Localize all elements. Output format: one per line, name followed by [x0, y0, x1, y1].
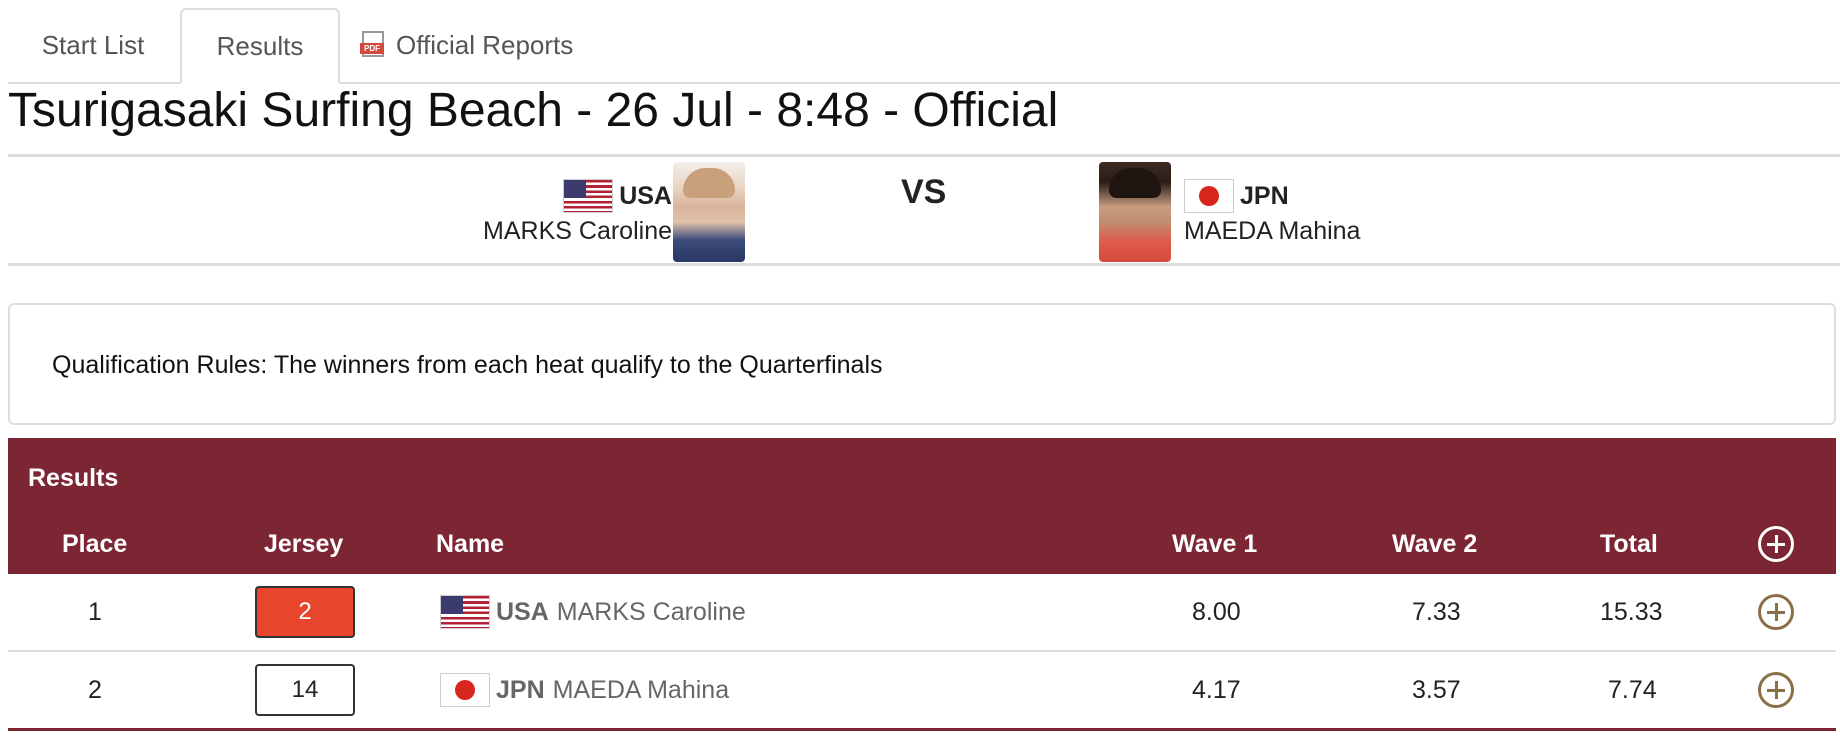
- column-header-place: Place: [62, 530, 128, 558]
- results-header: Results Place Jersey Name Wave 1 Wave 2 …: [8, 438, 1836, 574]
- results-table: Results Place Jersey Name Wave 1 Wave 2 …: [8, 438, 1836, 736]
- athlete-left: USA MARKS Caroline: [483, 177, 672, 246]
- place-cell: 2: [88, 675, 102, 704]
- total-cell: 15.33: [1600, 597, 1663, 626]
- jersey-badge: 14: [255, 664, 355, 716]
- japan-flag-icon: [440, 673, 490, 707]
- expand-row-icon[interactable]: [1758, 594, 1794, 630]
- heat-matchup: USA MARKS Caroline VS JPN MAEDA Mahina: [8, 154, 1840, 266]
- noc-code: USA: [496, 597, 549, 626]
- athlete-name: MAEDA Mahina: [552, 675, 730, 704]
- noc-code: JPN: [496, 675, 545, 704]
- athlete-left-name[interactable]: MARKS Caroline: [483, 217, 672, 246]
- qualification-rules-text: Qualification Rules: The winners from ea…: [52, 351, 883, 379]
- japan-flag-icon: [1184, 179, 1234, 213]
- athlete-right-noc: JPN: [1240, 181, 1289, 210]
- athlete-left-photo: [673, 162, 745, 262]
- expand-all-icon[interactable]: [1758, 526, 1794, 562]
- athlete-cell[interactable]: USA MARKS Caroline: [440, 574, 746, 650]
- usa-flag-icon: [440, 595, 490, 629]
- athlete-right-photo: [1099, 162, 1171, 262]
- column-header-jersey: Jersey: [264, 530, 344, 558]
- table-row: 1 2 USA MARKS Caroline 8.00 7.33 15.33: [8, 574, 1836, 652]
- athlete-left-noc: USA: [619, 181, 672, 210]
- results-title: Results: [28, 464, 119, 492]
- wave-1-cell: 4.17: [1192, 675, 1241, 704]
- pdf-icon: PDF: [360, 31, 386, 59]
- athlete-cell[interactable]: JPN MAEDA Mahina: [440, 652, 729, 728]
- tab-official-reports[interactable]: PDF Official Reports: [360, 8, 612, 82]
- wave-1-cell: 8.00: [1192, 597, 1241, 626]
- tab-results[interactable]: Results: [180, 8, 340, 84]
- column-header-total: Total: [1600, 530, 1658, 558]
- qualification-rules-box: Qualification Rules: The winners from ea…: [8, 303, 1836, 425]
- jersey-badge: 2: [255, 586, 355, 638]
- tab-results-label: Results: [216, 30, 304, 61]
- table-row: 2 14 JPN MAEDA Mahina 4.17 3.57 7.74: [8, 652, 1836, 731]
- usa-flag-icon: [563, 179, 614, 213]
- tab-bar: Start List Results PDF Official Reports: [8, 8, 1840, 84]
- column-header-name: Name: [436, 530, 505, 558]
- total-cell: 7.74: [1608, 675, 1657, 704]
- wave-2-cell: 3.57: [1412, 675, 1461, 704]
- vs-label: VS: [901, 173, 947, 211]
- athlete-name: MARKS Caroline: [556, 597, 746, 626]
- tab-start-list-label: Start List: [41, 29, 145, 60]
- athlete-right-name[interactable]: MAEDA Mahina: [1184, 217, 1360, 246]
- place-cell: 1: [88, 597, 102, 626]
- expand-row-icon[interactable]: [1758, 672, 1794, 708]
- page-title: Tsurigasaki Surfing Beach - 26 Jul - 8:4…: [8, 84, 1059, 137]
- column-header-wave-2: Wave 2: [1392, 530, 1478, 558]
- athlete-right: JPN MAEDA Mahina: [1184, 177, 1360, 246]
- tab-official-reports-label: Official Reports: [396, 29, 574, 60]
- column-header-wave-1: Wave 1: [1172, 530, 1258, 558]
- wave-2-cell: 7.33: [1412, 597, 1461, 626]
- tab-start-list[interactable]: Start List: [8, 8, 178, 82]
